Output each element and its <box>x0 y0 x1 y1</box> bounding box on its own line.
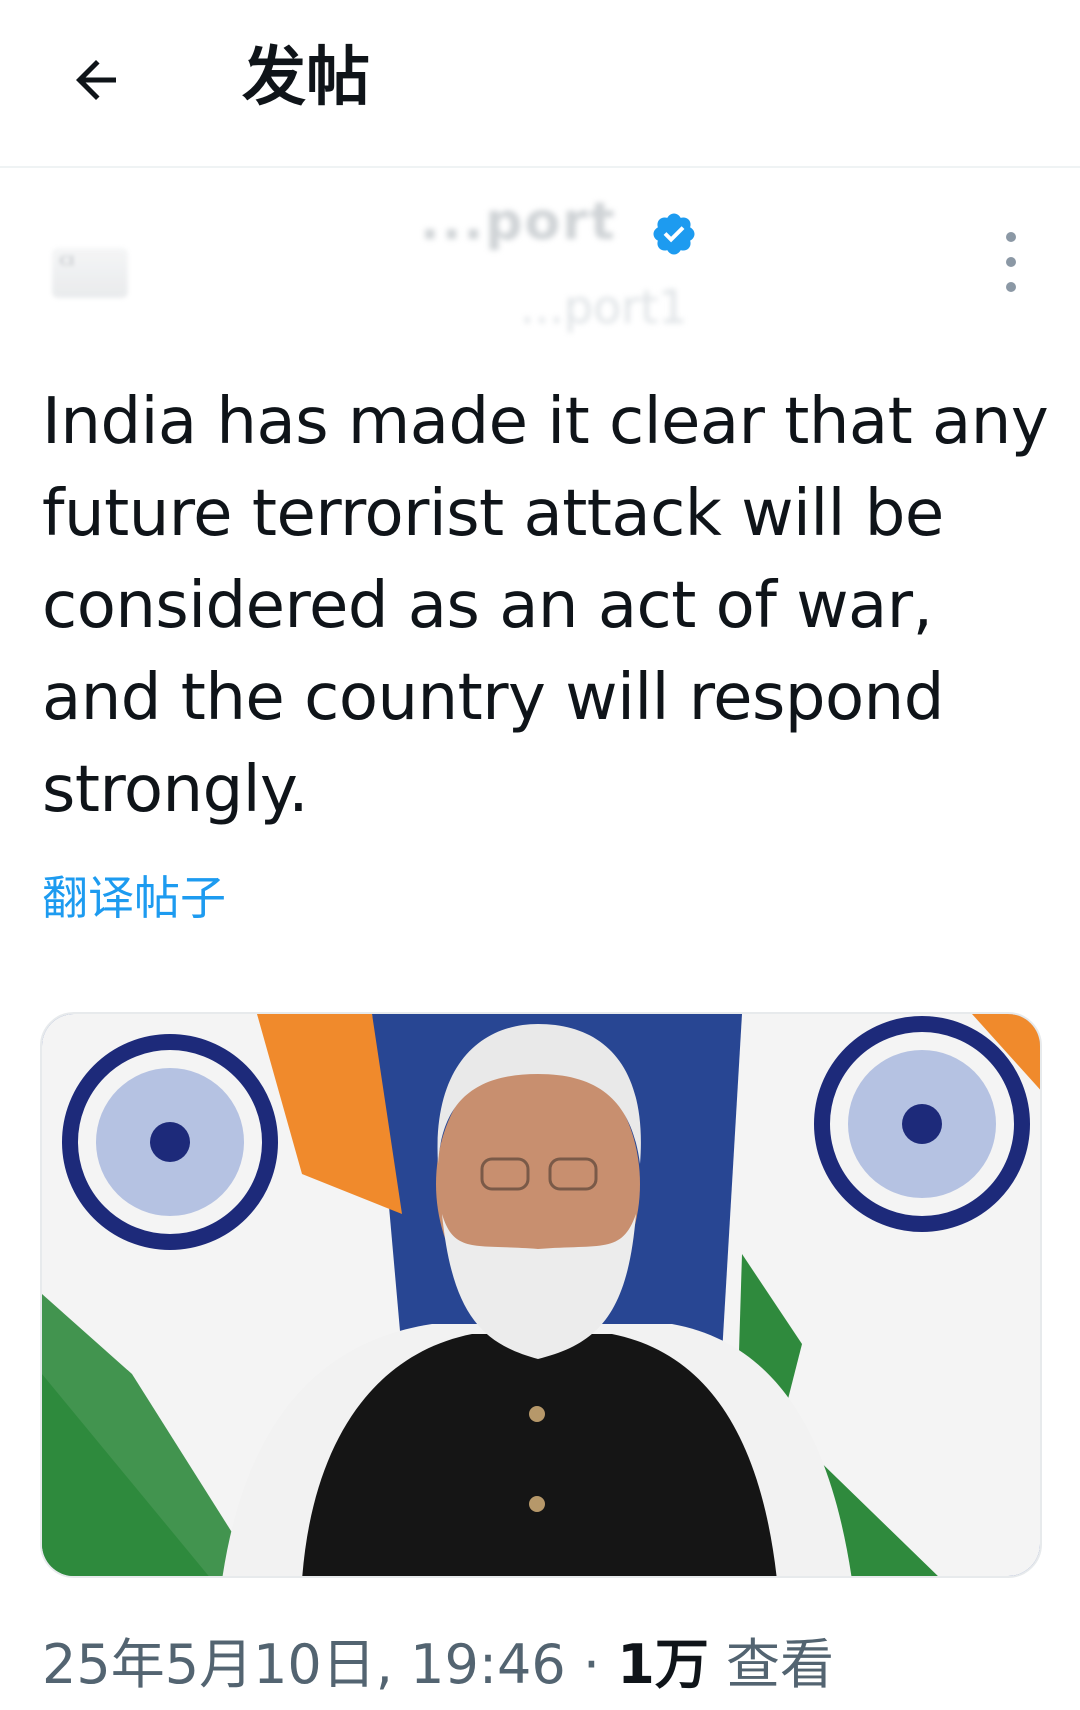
more-options-button[interactable] <box>996 232 1026 292</box>
page-title: 发帖 <box>242 41 370 115</box>
views-label: 查看 <box>726 1633 834 1696</box>
top-bar: 发帖 <box>0 0 1080 168</box>
more-dot-icon <box>1006 232 1016 242</box>
translate-post-link[interactable]: 翻译帖子 <box>42 862 226 928</box>
arrow-left-icon <box>76 60 116 100</box>
more-dot-icon <box>1006 257 1016 267</box>
avatar[interactable]: CI <box>52 248 128 298</box>
views-count: 1万 <box>617 1633 709 1696</box>
post-timestamp[interactable]: 25年5月10日, 19:46 <box>42 1633 566 1696</box>
more-dot-icon <box>1006 282 1016 292</box>
avatar-lettering: CI <box>60 254 74 269</box>
post-image[interactable] <box>40 1012 1042 1578</box>
post-text: India has made it clear that any future … <box>42 385 1049 827</box>
author-display-name[interactable]: ...port <box>420 192 617 252</box>
back-button[interactable] <box>60 44 132 116</box>
portrait-photo-icon <box>42 1014 1040 1576</box>
meta-separator: · <box>582 1633 601 1696</box>
post-meta: 25年5月10日, 19:46 · 1万 查看 <box>42 1620 834 1699</box>
author-handle[interactable]: ...port1 <box>520 280 687 334</box>
author-row: CI ...port ...port1 <box>0 190 1080 340</box>
verified-badge-icon <box>653 213 695 255</box>
